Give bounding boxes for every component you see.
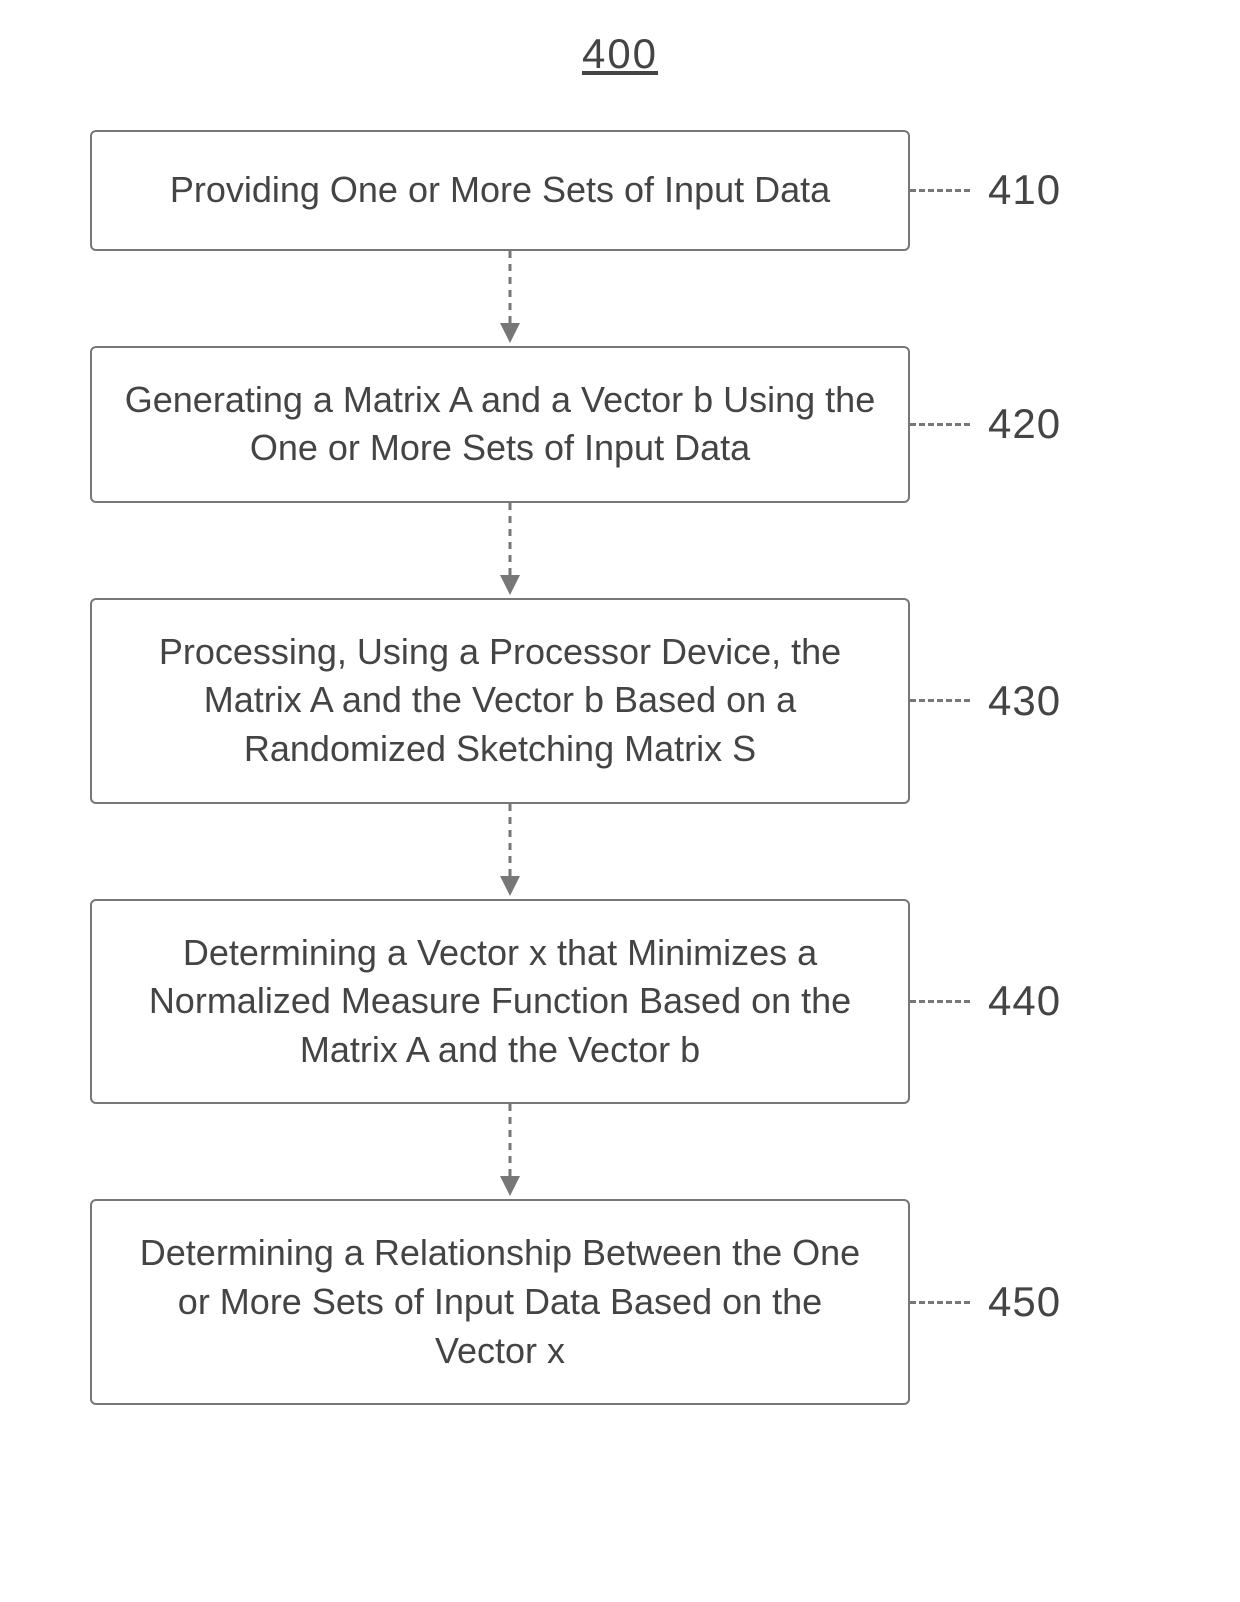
leader-450: 450: [910, 1278, 1061, 1326]
leader-420: 420: [910, 400, 1061, 448]
arrow-down-icon: [70, 503, 1170, 598]
leader-440: 440: [910, 977, 1061, 1025]
step-id-420: 420: [988, 400, 1061, 448]
leader-line: [910, 423, 970, 426]
step-box-440: Determining a Vector x that Minimizes a …: [90, 899, 910, 1105]
leader-line: [910, 699, 970, 702]
step-box-410: Providing One or More Sets of Input Data: [90, 130, 910, 251]
step-row: Processing, Using a Processor Device, th…: [70, 598, 1170, 804]
leader-line: [910, 1301, 970, 1304]
leader-430: 430: [910, 677, 1061, 725]
step-id-410: 410: [988, 166, 1061, 214]
leader-410: 410: [910, 166, 1061, 214]
figure-number: 400: [582, 30, 658, 78]
step-box-420: Generating a Matrix A and a Vector b Usi…: [90, 346, 910, 503]
step-id-430: 430: [988, 677, 1061, 725]
arrow-down-icon: [70, 251, 1170, 346]
step-id-450: 450: [988, 1278, 1061, 1326]
flowchart: Providing One or More Sets of Input Data…: [70, 130, 1170, 1405]
leader-line: [910, 189, 970, 192]
step-id-440: 440: [988, 977, 1061, 1025]
step-box-450: Determining a Relationship Between the O…: [90, 1199, 910, 1405]
arrow-down-icon: [70, 804, 1170, 899]
step-box-430: Processing, Using a Processor Device, th…: [90, 598, 910, 804]
step-row: Determining a Vector x that Minimizes a …: [70, 899, 1170, 1105]
step-row: Determining a Relationship Between the O…: [70, 1199, 1170, 1405]
leader-line: [910, 1000, 970, 1003]
step-row: Generating a Matrix A and a Vector b Usi…: [70, 346, 1170, 503]
arrow-down-icon: [70, 1104, 1170, 1199]
step-row: Providing One or More Sets of Input Data…: [70, 130, 1170, 251]
